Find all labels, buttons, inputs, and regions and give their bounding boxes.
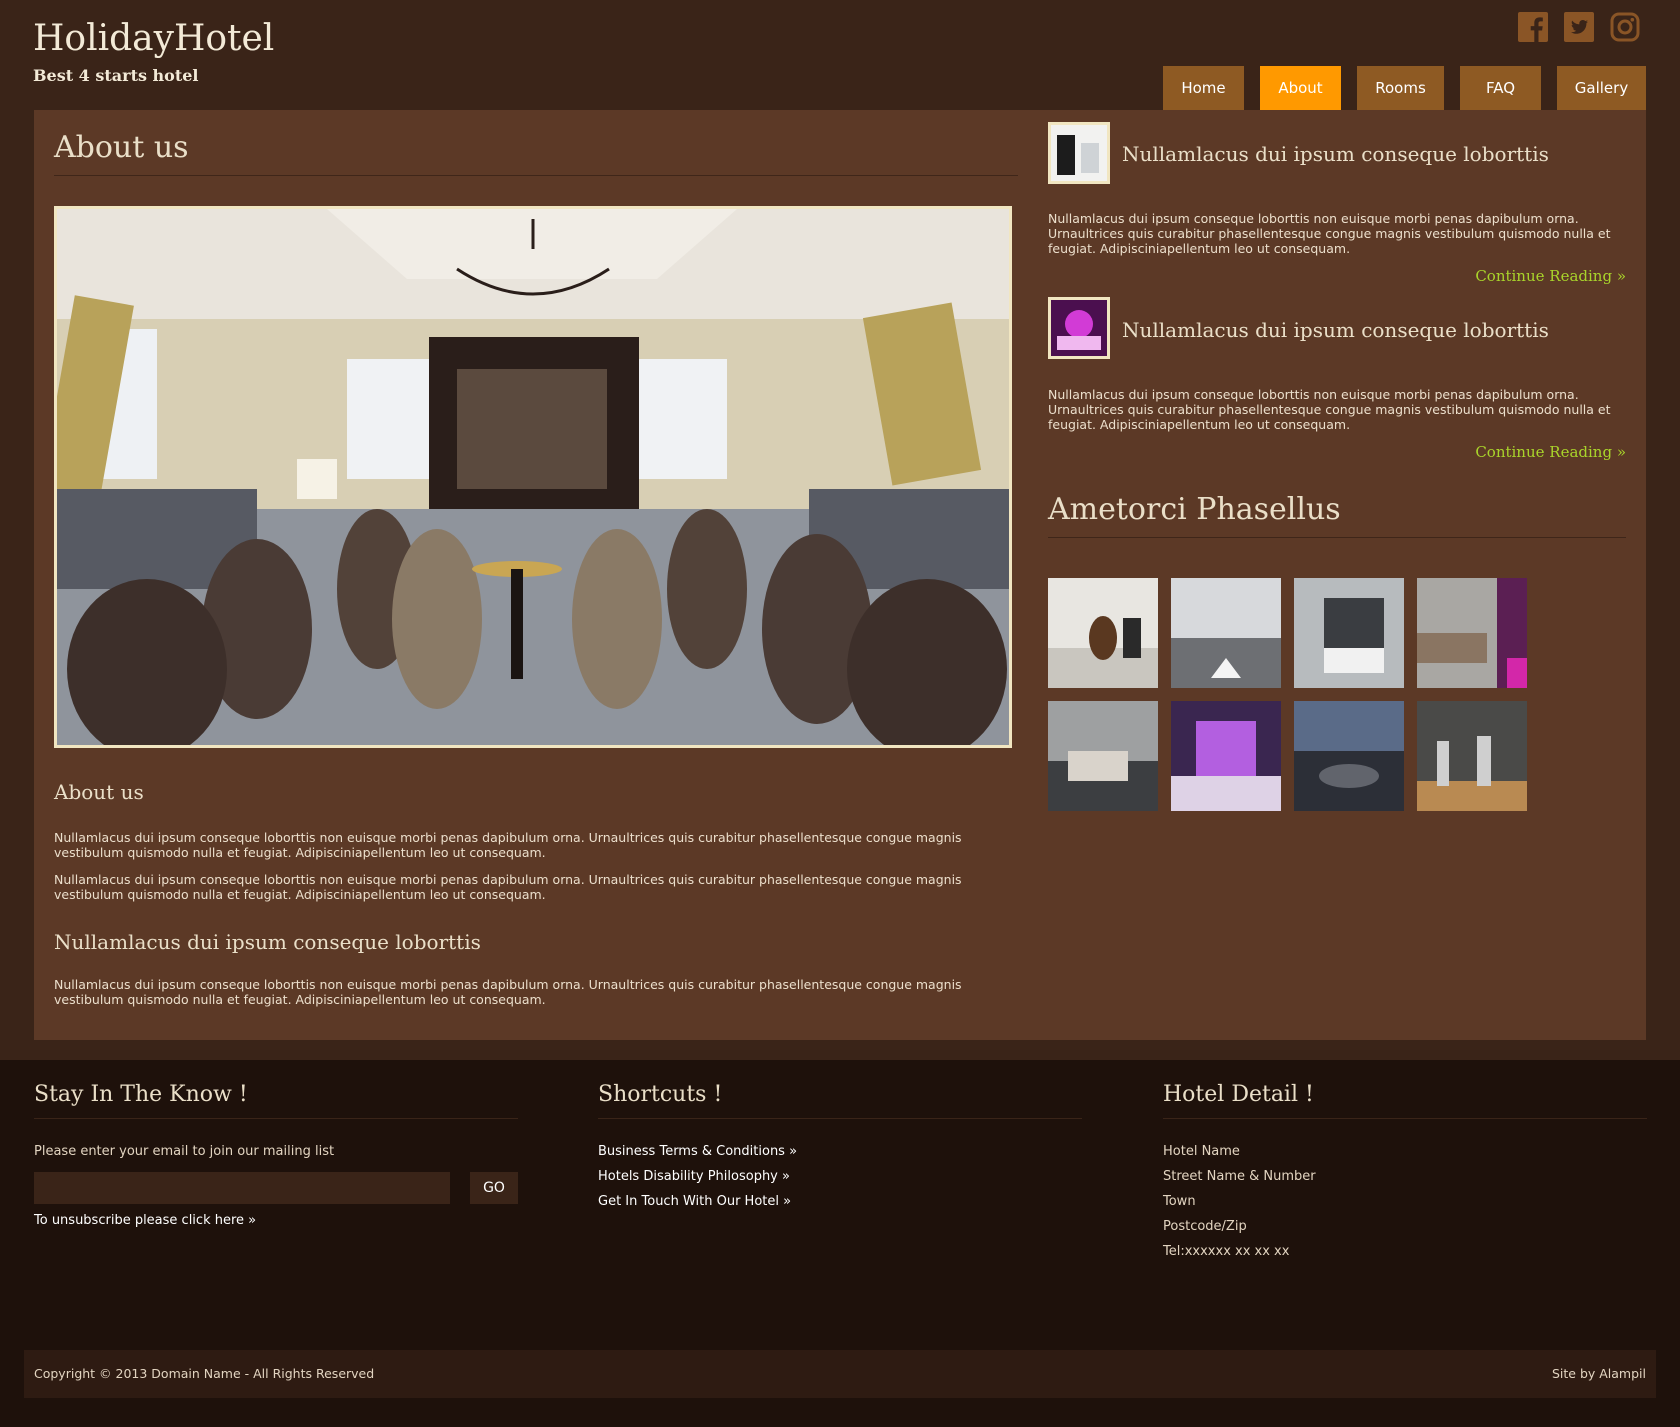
copyright-bar: Copyright © 2013 Domain Name - All Right… [24,1350,1656,1398]
newsletter-section: Stay In The Know ! Please enter your ema… [34,1080,518,1233]
content-panel: About us About us Nullamlacus dui ipsum … [34,110,1646,1040]
hotel-detail-divider [1163,1118,1647,1119]
title-divider [54,175,1018,176]
page-title: About us [54,130,189,165]
gallery-thumbnail[interactable] [1417,701,1527,811]
newsletter-divider [34,1118,518,1119]
hotel-street: Street Name & Number [1163,1169,1316,1184]
site-header: HolidayHotel Best 4 starts hotel Home Ab… [0,0,1680,110]
newsletter-heading: Stay In The Know ! [34,1082,248,1107]
shortcuts-heading: Shortcuts ! [598,1082,723,1107]
about-paragraph-2: Nullamlacus dui ipsum conseque loborttis… [54,872,962,902]
twitter-icon[interactable] [1564,12,1594,42]
gallery-thumbnail[interactable] [1171,701,1281,811]
hotel-postcode: Postcode/Zip [1163,1219,1247,1234]
post-title[interactable]: Nullamlacus dui ipsum conseque loborttis [1122,318,1549,342]
site-credit[interactable]: Site by Alampil [1552,1366,1646,1381]
gallery-thumbnail[interactable] [1171,578,1281,688]
facebook-icon[interactable] [1518,12,1548,42]
hotel-detail-section: Hotel Detail ! Hotel Name Street Name & … [1163,1080,1647,1264]
copyright-text: Copyright © 2013 Domain Name - All Right… [34,1366,375,1381]
gallery-thumbnail[interactable] [1048,578,1158,688]
continue-reading-link[interactable]: Continue Reading » [1475,267,1626,285]
continue-reading-link[interactable]: Continue Reading » [1475,443,1626,461]
gallery-thumbnail[interactable] [1294,701,1404,811]
shortcuts-divider [598,1118,1082,1119]
gallery-thumbnail[interactable] [1417,578,1527,688]
shortcut-link-contact[interactable]: Get In Touch With Our Hotel » [598,1189,1082,1214]
hotel-phone: Tel:xxxxxx xx xx xx [1163,1244,1290,1259]
unsubscribe-link[interactable]: To unsubscribe please click here » [34,1208,518,1233]
gallery-heading: Ametorci Phasellus [1048,492,1341,527]
nav-faq[interactable]: FAQ [1460,66,1541,110]
hero-image [54,206,1012,748]
gallery-thumbnail[interactable] [1048,701,1158,811]
hotel-detail-heading: Hotel Detail ! [1163,1082,1314,1107]
shortcut-link-terms[interactable]: Business Terms & Conditions » [598,1139,1082,1164]
main-nav: Home About Rooms FAQ Gallery [1163,66,1646,110]
post-title[interactable]: Nullamlacus dui ipsum conseque loborttis [1122,142,1549,166]
post-thumbnail[interactable] [1048,122,1110,184]
about-paragraph-1: Nullamlacus dui ipsum conseque loborttis… [54,830,962,860]
photo-gallery [1048,578,1527,811]
nav-home[interactable]: Home [1163,66,1244,110]
newsletter-form: GO [34,1172,518,1204]
nav-gallery[interactable]: Gallery [1557,66,1646,110]
go-button[interactable]: GO [470,1172,518,1204]
about-paragraph-3: Nullamlacus dui ipsum conseque loborttis… [54,977,962,1007]
post-thumbnail[interactable] [1048,297,1110,359]
newsletter-label: Please enter your email to join our mail… [34,1144,335,1159]
nav-about[interactable]: About [1260,66,1341,110]
site-title[interactable]: HolidayHotel [33,18,274,59]
gallery-divider [1048,537,1626,538]
site-tagline: Best 4 starts hotel [33,66,199,85]
post-excerpt: Nullamlacus dui ipsum conseque loborttis… [1048,387,1611,432]
email-input[interactable] [34,1172,450,1204]
hotel-name: Hotel Name [1163,1144,1240,1159]
shortcuts-section: Shortcuts ! Business Terms & Conditions … [598,1080,1082,1214]
post-excerpt: Nullamlacus dui ipsum conseque loborttis… [1048,211,1611,256]
about-subheading: Nullamlacus dui ipsum conseque loborttis [54,930,481,954]
hotel-town: Town [1163,1194,1196,1209]
nav-rooms[interactable]: Rooms [1357,66,1444,110]
about-heading: About us [54,780,144,804]
shortcut-link-disability[interactable]: Hotels Disability Philosophy » [598,1164,1082,1189]
gallery-thumbnail[interactable] [1294,578,1404,688]
social-links [1518,12,1640,42]
instagram-icon[interactable] [1610,12,1640,42]
